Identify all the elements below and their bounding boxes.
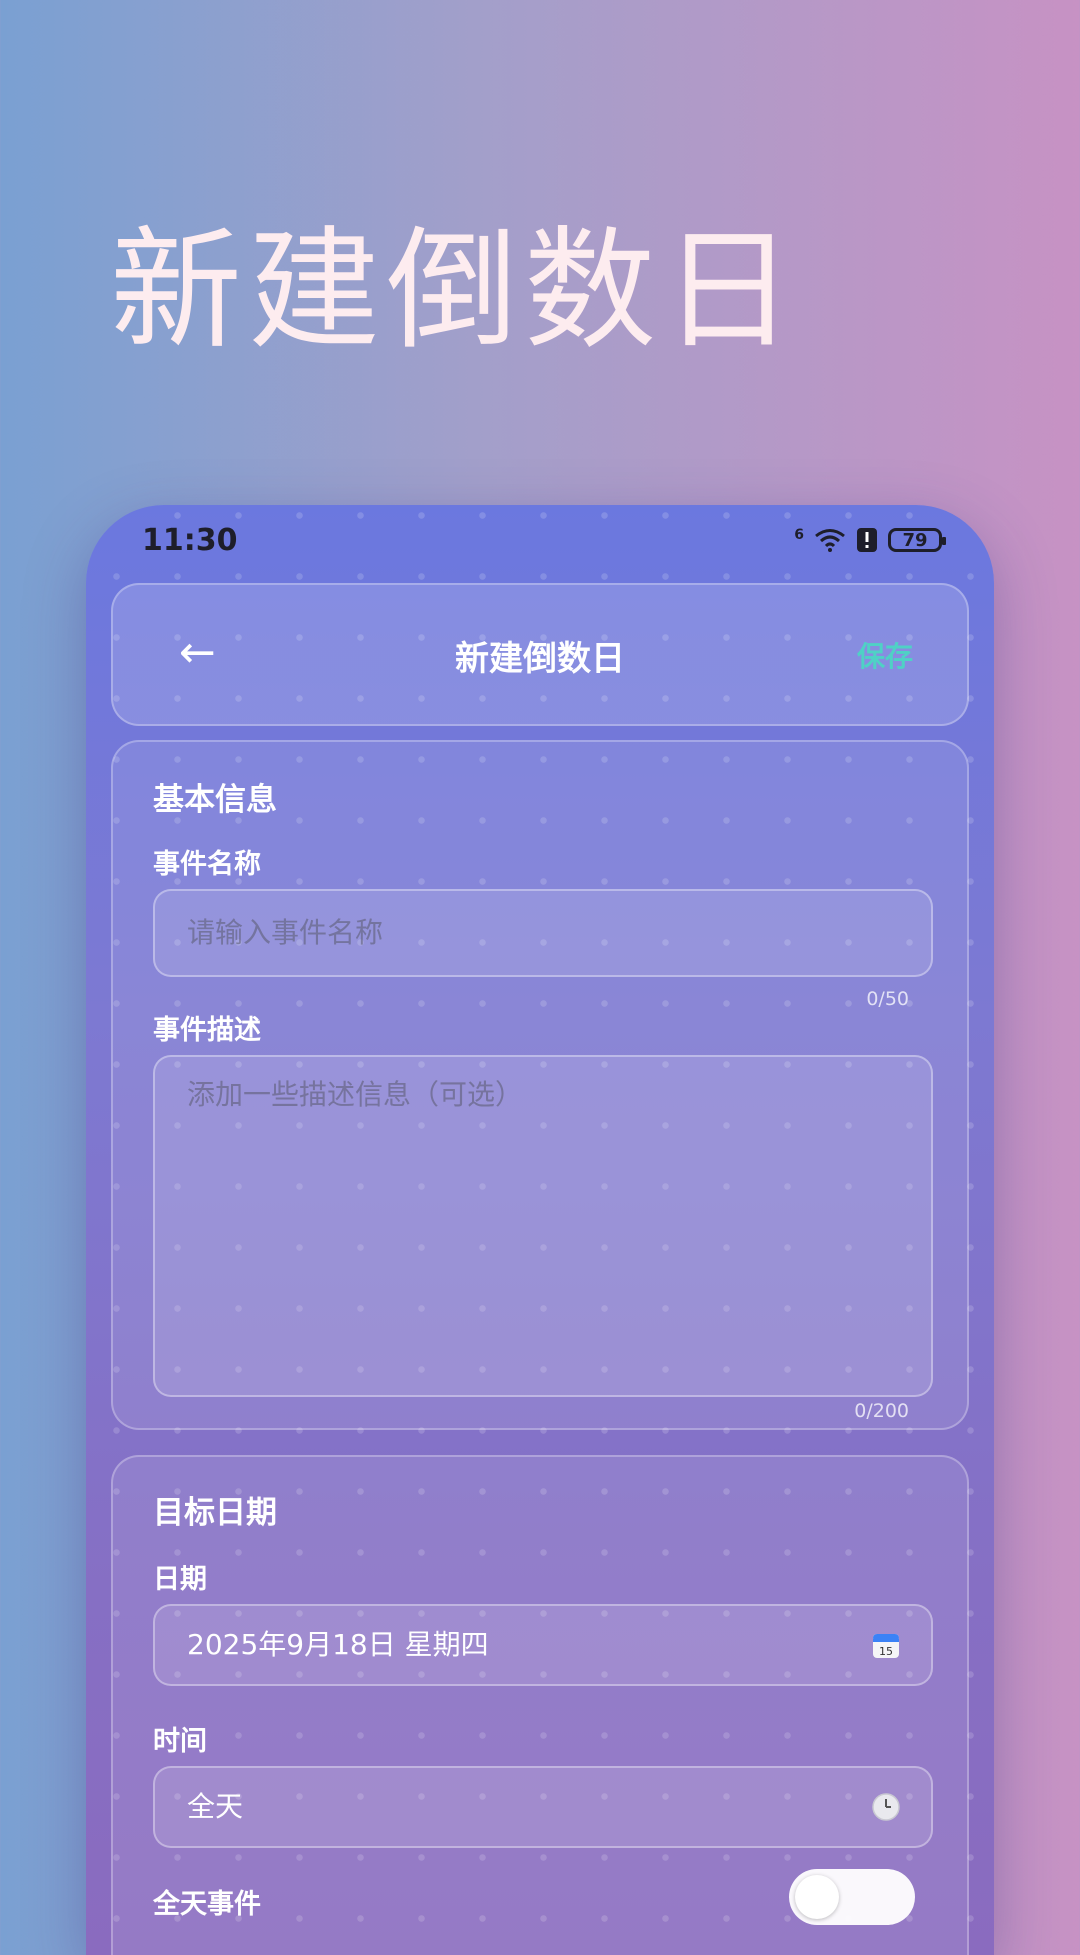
all-day-label: 全天事件 bbox=[153, 1889, 261, 1920]
event-desc-placeholder: 添加一些描述信息（可选） bbox=[187, 1078, 524, 1111]
phone-screen: 11:30 6 79 ← 新建倒数日 保存 基本信息 事件名称 请输入事件名称 … bbox=[86, 505, 994, 1955]
time-label: 时间 bbox=[153, 1726, 207, 1757]
event-desc-label: 事件描述 bbox=[153, 1015, 261, 1046]
time-picker-field[interactable]: 全天 bbox=[153, 1766, 933, 1848]
basic-info-title: 基本信息 bbox=[153, 782, 277, 818]
clock-icon bbox=[872, 1793, 900, 1821]
time-value: 全天 bbox=[187, 1790, 244, 1823]
status-time: 11:30 bbox=[142, 523, 238, 558]
app-bar-title: 新建倒数日 bbox=[455, 639, 625, 679]
wifi-icon bbox=[815, 529, 845, 552]
battery-level: 79 bbox=[902, 529, 928, 551]
alert-icon bbox=[857, 528, 877, 552]
all-day-toggle-knob bbox=[795, 1875, 839, 1919]
date-picker-field[interactable]: 2025年9月18日 星期四 15 bbox=[153, 1604, 933, 1686]
date-label: 日期 bbox=[153, 1564, 207, 1595]
calendar-day: 15 bbox=[879, 1645, 893, 1658]
network-label: 6 bbox=[794, 527, 804, 543]
app-bar: ← 新建倒数日 保存 bbox=[111, 583, 969, 726]
target-date-card: 目标日期 日期 2025年9月18日 星期四 15 时间 全天 全天事件 bbox=[111, 1455, 969, 1955]
status-icons: 6 79 bbox=[794, 527, 946, 553]
target-date-title: 目标日期 bbox=[153, 1495, 277, 1531]
battery-icon: 79 bbox=[888, 528, 946, 552]
event-desc-counter: 0/200 bbox=[854, 1400, 909, 1422]
basic-info-card: 基本信息 事件名称 请输入事件名称 0/50 事件描述 添加一些描述信息（可选）… bbox=[111, 740, 969, 1430]
event-name-label: 事件名称 bbox=[153, 849, 261, 880]
event-desc-textarea[interactable]: 添加一些描述信息（可选） bbox=[153, 1055, 933, 1397]
all-day-toggle[interactable] bbox=[789, 1869, 915, 1925]
event-name-placeholder: 请输入事件名称 bbox=[187, 916, 384, 949]
save-button[interactable]: 保存 bbox=[857, 635, 913, 675]
event-name-input[interactable]: 请输入事件名称 bbox=[153, 889, 933, 977]
status-bar: 11:30 6 79 bbox=[86, 505, 994, 575]
calendar-icon: 15 bbox=[873, 1634, 899, 1658]
date-value: 2025年9月18日 星期四 bbox=[187, 1628, 489, 1661]
page-headline: 新建倒数日 bbox=[110, 214, 800, 368]
event-name-counter: 0/50 bbox=[866, 988, 909, 1010]
